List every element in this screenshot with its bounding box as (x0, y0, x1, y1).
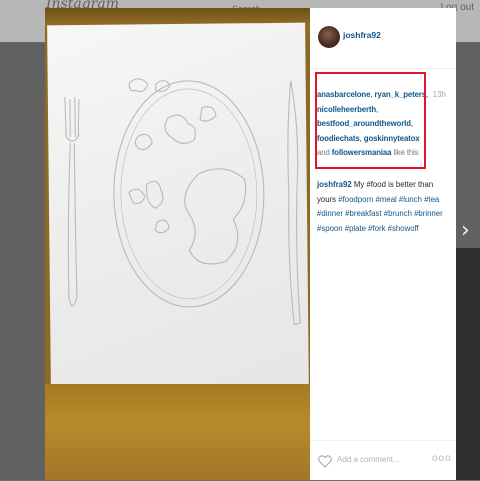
food-blob-3 (134, 133, 153, 151)
plate-outline (113, 80, 265, 308)
caption-hashtags[interactable]: #foodporn #meal #lunch #tea #dinner #bre… (317, 195, 443, 233)
pencil-drawing (64, 78, 301, 326)
next-post-preview (456, 248, 480, 480)
plate-inner-rim (120, 88, 258, 300)
food-blob-8 (184, 168, 247, 265)
paper-drawing (47, 22, 309, 392)
fork-handle (67, 143, 78, 307)
avatar[interactable] (318, 26, 340, 48)
post-footer: Add a comment... ooo (310, 440, 456, 481)
fork-tines (64, 97, 80, 142)
post-timestamp[interactable]: 13h (433, 90, 446, 99)
food-blob-6 (128, 188, 146, 205)
highlight-box (315, 72, 426, 169)
food-blob-2 (155, 80, 171, 93)
next-arrow-icon[interactable]: › (461, 218, 470, 243)
post-caption: joshfra92 My #food is better than yours … (317, 178, 445, 236)
food-blob-5 (199, 106, 217, 122)
heart-icon[interactable] (317, 453, 333, 469)
food-blob-4 (164, 114, 196, 144)
caption-username[interactable]: joshfra92 (317, 180, 352, 189)
food-blob-7 (145, 180, 164, 209)
more-options-icon[interactable]: ooo (432, 453, 452, 464)
post-photo[interactable] (45, 8, 310, 480)
comment-input[interactable]: Add a comment... (337, 455, 400, 464)
post-header: joshfra92 (310, 8, 456, 69)
food-blob-9 (154, 219, 170, 234)
knife-outline (287, 80, 301, 326)
food-blob-1 (128, 78, 149, 93)
table-wood (45, 384, 310, 480)
author-username[interactable]: joshfra92 (343, 30, 381, 40)
post-side-panel: joshfra92 anasbarcelone, ryan_k_peters, … (310, 8, 456, 480)
